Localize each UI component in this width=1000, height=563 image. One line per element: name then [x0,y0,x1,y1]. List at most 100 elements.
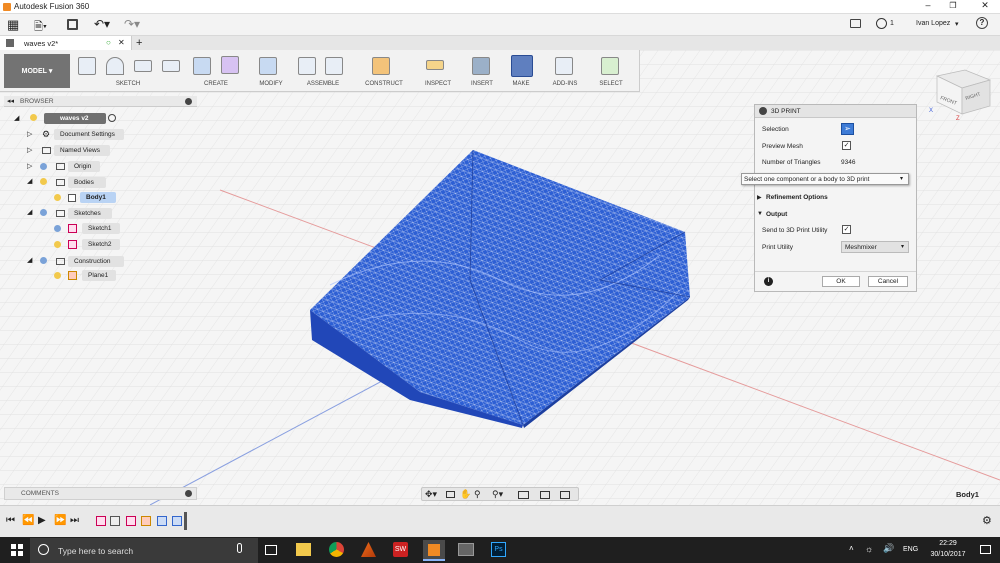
preview-mesh-checkbox[interactable]: ✓ [842,141,851,150]
refinement-options-toggle[interactable]: Refinement Options [766,194,828,201]
timeline-marker[interactable] [184,512,187,530]
task-view-icon[interactable] [265,545,277,555]
ribbon-group-assemble[interactable]: ASSEMBLE [298,81,348,87]
microphone-icon[interactable] [237,543,242,553]
visibility-icon[interactable] [40,209,47,216]
ok-button[interactable]: OK [822,276,860,287]
joint-icon[interactable] [325,57,343,75]
zoom-icon[interactable]: ⚲ [474,489,481,500]
ribbon-group-insert[interactable]: INSERT [463,81,501,87]
go-to-end-icon[interactable]: ⏭ [70,515,79,526]
visibility-icon[interactable] [40,178,47,185]
solidworks-icon[interactable]: SW [393,542,408,557]
gear-icon[interactable]: ⚙ [982,514,992,527]
clock-time[interactable]: 22:29 [931,540,965,547]
display-settings-icon[interactable] [518,491,529,499]
save-icon[interactable] [67,19,78,30]
timeline-feature-body[interactable] [157,516,167,526]
tree-origin[interactable]: Origin [68,161,100,172]
visibility-icon[interactable] [40,257,47,264]
print-utility-select[interactable]: Meshmixer ▾ [841,241,909,253]
grid-settings-icon[interactable] [540,491,550,499]
select-icon[interactable] [601,57,619,75]
3d-print-icon[interactable] [511,55,533,77]
play-icon[interactable]: ▶ [38,515,46,526]
ribbon-group-modify[interactable]: MODIFY [248,81,294,87]
cancel-button[interactable]: Cancel [868,276,908,287]
visibility-icon[interactable] [54,272,61,279]
timeline-feature-sketch[interactable] [126,516,136,526]
maximize-button[interactable]: ❐ [946,1,960,13]
look-at-icon[interactable] [446,491,455,498]
undo-icon[interactable]: ↶▾ [94,17,110,31]
tree-bodies[interactable]: Bodies [68,177,106,188]
ribbon-group-make[interactable]: MAKE [506,81,536,87]
tree-named-views[interactable]: Named Views [54,145,110,156]
orbit-icon[interactable]: ✥▾ [425,489,437,500]
point-icon[interactable] [162,60,180,72]
windows-start-icon[interactable] [11,544,23,556]
chevron-up-icon[interactable]: ˄ [849,544,854,553]
comments-add-icon[interactable] [185,490,192,497]
tree-sketch1[interactable]: Sketch1 [82,223,120,234]
go-to-start-icon[interactable]: ⏮ [6,515,15,526]
visibility-icon[interactable] [40,163,47,170]
collapse-icon[interactable]: ▼ [757,211,763,217]
collapse-icon[interactable]: ◢ [27,208,32,216]
offset-plane-icon[interactable] [372,57,390,75]
ribbon-group-sketch[interactable]: SKETCH [108,81,148,87]
step-forward-icon[interactable]: ⏩ [54,515,66,526]
app-grid-icon[interactable]: ▦ [7,18,19,31]
workspace-switcher[interactable]: MODEL ▾ [4,54,70,88]
volume-icon[interactable]: 🔊 [883,543,894,554]
ribbon-group-construct[interactable]: CONSTRUCT [356,81,412,87]
browser-header[interactable]: ◂◂ BROWSER [4,96,197,107]
expand-icon[interactable]: ▶ [757,194,762,201]
timeline-feature-sketch[interactable] [96,516,106,526]
expand-icon[interactable]: ▷ [27,130,32,138]
info-icon[interactable]: i [764,277,773,286]
close-tab-icon[interactable]: ✕ [118,38,125,47]
minimize-button[interactable]: – [918,0,938,14]
redo-icon[interactable]: ↷▾ [124,17,140,31]
new-component-icon[interactable] [298,57,316,75]
activate-icon[interactable] [108,114,116,122]
tree-root[interactable]: waves v2 [44,113,106,124]
taskbar-search-box[interactable]: Type here to search [30,538,258,563]
collapse-icon[interactable]: ◢ [27,177,32,185]
visibility-icon[interactable] [30,114,37,121]
photoshop-icon[interactable]: Ps [491,542,506,557]
tree-body1[interactable]: Body1 [80,192,116,203]
browser-options-icon[interactable] [185,98,192,105]
tree-construction[interactable]: Construction [68,256,124,267]
expand-icon[interactable]: ▷ [27,162,32,170]
timeline-feature-body[interactable] [172,516,182,526]
fit-icon[interactable]: ⚲▾ [492,489,503,500]
notification-icon[interactable] [850,19,861,28]
collapse-icon[interactable]: ◂◂ [7,97,14,105]
measure-icon[interactable] [426,60,444,70]
expand-icon[interactable]: ◢ [14,114,19,122]
user-name[interactable]: Ivan Lopez [916,20,950,27]
tab-document[interactable]: waves v2* ○ ✕ [0,36,132,50]
collapse-icon[interactable]: ◢ [27,256,32,264]
tree-sketch2[interactable]: Sketch2 [82,239,120,250]
notification-center-icon[interactable] [980,545,991,554]
insert-image-icon[interactable] [472,57,490,75]
chevron-down-icon[interactable]: ▾ [955,20,959,28]
video-app-icon[interactable] [458,543,474,556]
chrome-icon[interactable] [329,542,344,557]
output-toggle[interactable]: Output [766,211,787,218]
ribbon-group-create[interactable]: CREATE [193,81,239,87]
send-to-print-checkbox[interactable]: ✓ [842,225,851,234]
timeline-feature-plane[interactable] [141,516,151,526]
tree-document-settings[interactable]: Document Settings [54,129,124,140]
matlab-icon[interactable] [361,542,376,557]
new-tab-button[interactable]: + [136,36,142,50]
step-back-icon[interactable]: ⏪ [22,515,34,526]
close-button[interactable]: ✕ [976,0,994,14]
ribbon-group-inspect[interactable]: INSPECT [416,81,460,87]
tree-sketches[interactable]: Sketches [68,208,112,219]
visibility-icon[interactable] [54,194,61,201]
collapse-dialog-icon[interactable] [759,107,767,115]
